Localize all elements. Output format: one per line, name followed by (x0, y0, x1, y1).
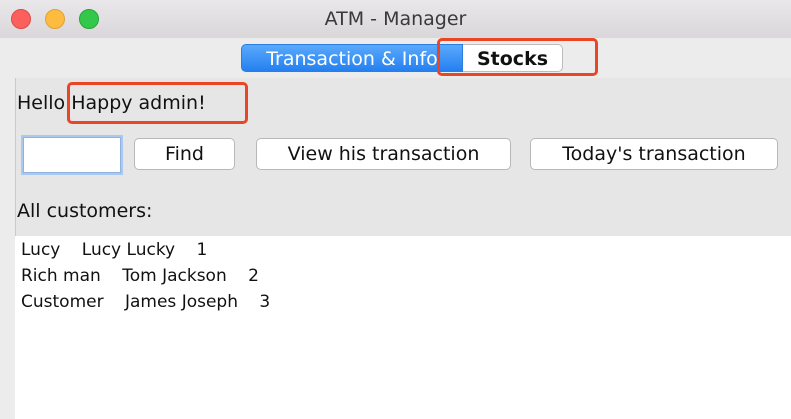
tab-bar: Transaction & Info Stocks (0, 38, 791, 78)
customer-id: 1 (196, 240, 208, 260)
customer-name: Lucy Lucky (81, 240, 176, 260)
customer-id: 3 (259, 292, 271, 312)
list-item[interactable]: Customer James Joseph 3 (21, 290, 270, 314)
list-item[interactable]: Lucy Lucy Lucky 1 (21, 238, 207, 262)
view-his-transaction-button[interactable]: View his transaction (256, 138, 511, 170)
app-window: ATM - Manager Transaction & Info Stocks … (0, 0, 791, 419)
all-customers-label: All customers: (17, 200, 153, 222)
customer-search-input[interactable] (23, 137, 121, 173)
find-button[interactable]: Find (134, 138, 235, 170)
customer-name: James Joseph (124, 292, 238, 312)
customer-id: 2 (248, 266, 259, 286)
customer-username: Lucy (21, 240, 61, 260)
list-item[interactable]: Rich man Tom Jackson 2 (21, 264, 259, 288)
tab-transaction-info[interactable]: Transaction & Info (241, 44, 463, 72)
customer-name: Tom Jackson (122, 266, 227, 286)
todays-transaction-button[interactable]: Today's transaction (530, 138, 778, 170)
window-title: ATM - Manager (324, 8, 467, 30)
customer-username: Rich man (21, 266, 101, 286)
customer-username: Customer (21, 292, 104, 312)
stocks-tab-highlight-box (437, 38, 598, 76)
title-bar: ATM - Manager (0, 0, 791, 39)
customers-list[interactable]: Lucy Lucy Lucky 1 Rich man Tom Jackson 2… (15, 236, 791, 419)
greeting-highlight-box (67, 82, 248, 124)
